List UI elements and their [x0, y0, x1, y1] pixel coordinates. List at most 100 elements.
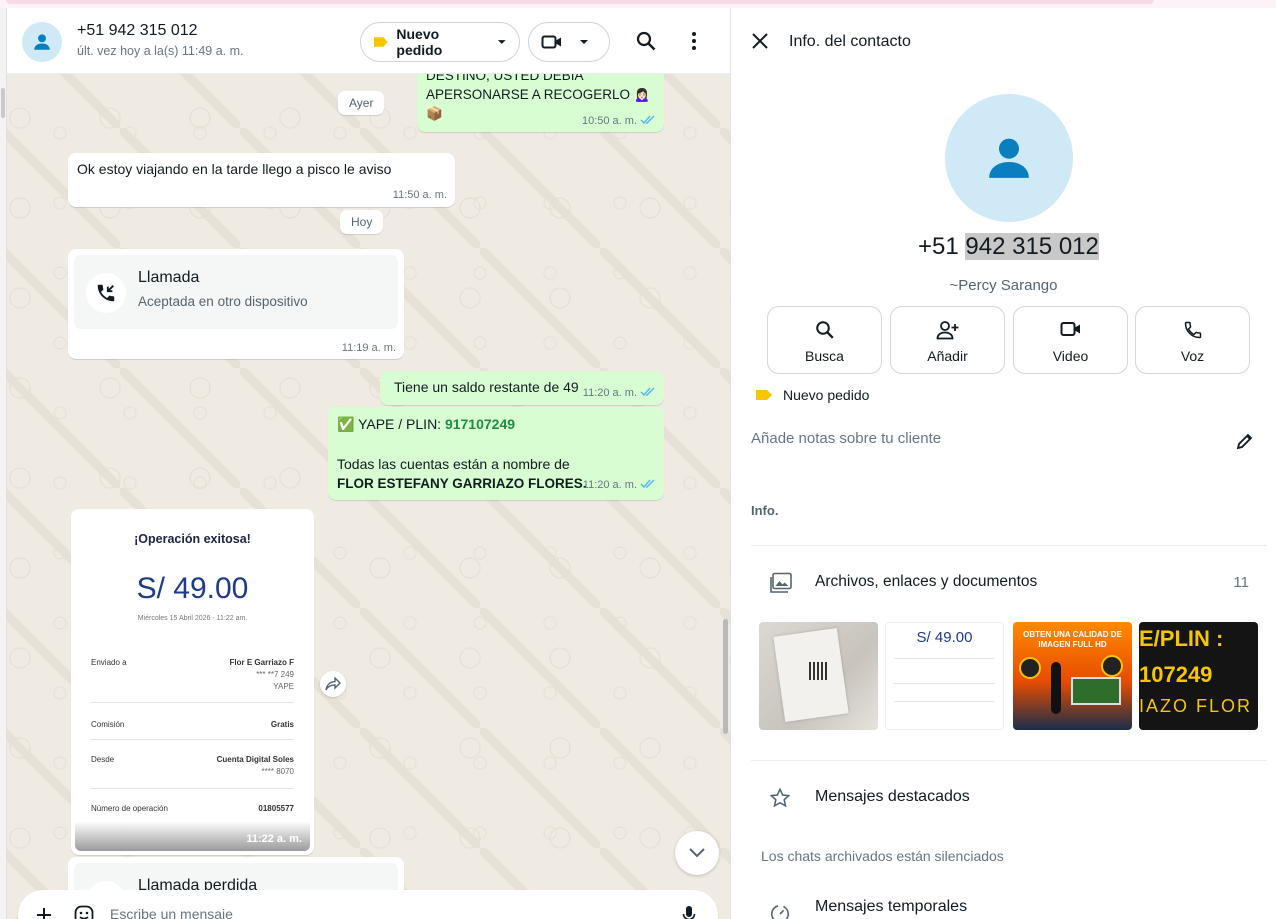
- edit-pencil-icon[interactable]: [1235, 431, 1255, 456]
- receipt-date: Miércoles 15 Abril 2026 - 11:22 am.: [137, 615, 248, 622]
- receipt-amount: S/ 49.00: [136, 572, 249, 605]
- thumb-amount: S/ 49.00: [916, 629, 973, 646]
- receipt-row: Enviado a Flor E Garriazo F *** **7 249 …: [91, 658, 294, 698]
- media-count: 11: [1233, 574, 1249, 591]
- phone-prefix: +51: [918, 233, 966, 260]
- message-time: 11:20 a. m.: [582, 479, 637, 491]
- chevron-down-icon: [498, 40, 507, 44]
- message-time: 11:50 a. m.: [392, 189, 447, 201]
- starred-label: Mensajes destacados: [815, 788, 970, 805]
- double-check-icon: [640, 479, 655, 489]
- thumb-line: [894, 683, 995, 684]
- payment-receipt-image[interactable]: ¡Operación exitosa! S/ 49.00 Miércoles 1…: [75, 513, 310, 851]
- media-thumbnail[interactable]: S/ 49.00: [885, 622, 1004, 730]
- phone-selected-text[interactable]: 942 315 012: [965, 233, 1099, 260]
- thumb-text: OBTEN UNA CALIDAD DE: [1023, 630, 1122, 639]
- contact-avatar[interactable]: [945, 94, 1073, 222]
- person-icon: [34, 34, 50, 50]
- message-outgoing[interactable]: Tiene un saldo restante de 49 11:20 a. m…: [380, 371, 664, 405]
- receipt-label: Número de operación: [91, 804, 168, 813]
- message-text: Ok estoy viajando en la tarde llego a pi…: [77, 161, 392, 177]
- chat-last-seen: últ. vez hoy a la(s) 11:49 a. m.: [77, 44, 244, 58]
- receipt-label: Enviado a: [91, 658, 127, 667]
- avatar[interactable]: [22, 22, 62, 62]
- chat-pane: +51 942 315 012 últ. vez hoy a la(s) 11:…: [0, 8, 731, 919]
- label-dropdown-button[interactable]: Nuevo pedido: [360, 22, 520, 62]
- more-options-icon[interactable]: [681, 28, 707, 54]
- label-text: Nuevo pedido: [783, 387, 870, 403]
- panel-title: Info. del contacto: [789, 33, 911, 50]
- media-thumbnail[interactable]: [759, 622, 878, 730]
- contact-label[interactable]: Nuevo pedido: [755, 387, 869, 403]
- timer-icon: [770, 904, 790, 919]
- call-title: Llamada: [138, 269, 200, 286]
- message-time: 11:19 a. m.: [341, 342, 396, 354]
- browser-tab-bar: [6, 0, 1154, 4]
- receipt-title: ¡Operación exitosa!: [134, 532, 251, 546]
- action-label: Voz: [1180, 348, 1205, 364]
- archived-muted-note: Los chats archivados están silenciados: [761, 848, 1004, 864]
- forward-icon[interactable]: [320, 671, 346, 697]
- chat-contact-name[interactable]: +51 942 315 012: [77, 22, 198, 40]
- media-gallery-icon: [770, 572, 792, 593]
- thumb-text: E/PLIN :: [1139, 626, 1224, 651]
- notes-input[interactable]: Añade notas sobre tu cliente: [751, 430, 941, 447]
- label-tag-icon: [373, 37, 388, 47]
- tv-screen-image: [1071, 677, 1121, 705]
- plus-icon[interactable]: [36, 907, 52, 919]
- action-label: Añadir: [927, 348, 968, 364]
- receipt-divider: [91, 788, 294, 789]
- microphone-icon[interactable]: [682, 905, 696, 919]
- call-message[interactable]: Llamada Aceptada en otro dispositivo 11:…: [68, 249, 404, 359]
- add-contact-button[interactable]: Añadir: [890, 306, 1005, 374]
- video-call-dropdown[interactable]: [528, 22, 610, 62]
- media-thumbnail[interactable]: E/PLIN : 107249 IAZO FLOR: [1139, 622, 1258, 730]
- top-strip: [0, 0, 1276, 8]
- image-message[interactable]: ¡Operación exitosa! S/ 49.00 Miércoles 1…: [71, 509, 314, 855]
- receipt-value: Gratis: [270, 720, 294, 729]
- message-incoming[interactable]: Ok estoy viajando en la tarde llego a pi…: [68, 153, 455, 207]
- chat-header[interactable]: +51 942 315 012 últ. vez hoy a la(s) 11:…: [7, 8, 730, 74]
- receipt-subvalue: YAPE: [273, 682, 294, 691]
- info-section-heading: Info.: [751, 503, 779, 518]
- contact-info-panel: Info. del contacto +51 942 315 012 ~Perc…: [731, 8, 1276, 919]
- search-icon: [815, 321, 834, 339]
- disappearing-label: Mensajes temporales: [815, 898, 968, 915]
- close-icon[interactable]: [751, 32, 771, 52]
- scrollbar[interactable]: [723, 619, 728, 734]
- contact-phone[interactable]: +51 942 315 012: [918, 233, 1099, 261]
- call-card[interactable]: Llamada Aceptada en otro dispositivo: [74, 255, 398, 329]
- search-action-button[interactable]: Busca: [767, 306, 882, 374]
- video-camera-icon: [1060, 322, 1080, 336]
- divider: [751, 545, 1267, 546]
- receipt-divider: [91, 739, 294, 740]
- media-thumbnail[interactable]: OBTEN UNA CALIDAD DE IMAGEN FULL HD: [1013, 622, 1132, 730]
- receipt-value: 01805577: [258, 804, 294, 813]
- antenna-image: [1051, 662, 1061, 714]
- scroll-to-bottom-button[interactable]: [675, 831, 719, 875]
- receipt-value: Cuenta Digital Soles: [216, 755, 294, 764]
- message-composer[interactable]: Escribe un mensaje: [18, 890, 718, 919]
- message-text: Todas las cuentas están a nombre de: [337, 456, 570, 472]
- qr-code: [809, 662, 827, 680]
- receipt-subvalue: **** 8070: [261, 767, 294, 776]
- search-icon[interactable]: [633, 28, 659, 54]
- message-time: 10:50 a. m.: [581, 115, 637, 127]
- message-list[interactable]: DESTINO, USTED DEBIA APERSONARSE A RECOG…: [7, 64, 730, 919]
- emoji-icon[interactable]: [74, 905, 94, 919]
- message-input[interactable]: Escribe un mensaje: [110, 906, 233, 919]
- message-outgoing[interactable]: ✅ YAPE / PLIN: 917107249 Todas las cuent…: [328, 407, 664, 500]
- thumb-text: IMAGEN FULL HD: [1038, 640, 1107, 649]
- message-outgoing[interactable]: DESTINO, USTED DEBIA APERSONARSE A RECOG…: [417, 64, 664, 132]
- video-call-button[interactable]: Video: [1013, 306, 1128, 374]
- action-label: Video: [1052, 348, 1089, 364]
- chevron-down-icon: [689, 848, 705, 858]
- video-camera-icon: [541, 35, 561, 49]
- message-text: ✅ YAPE / PLIN:: [337, 416, 445, 432]
- voice-call-button[interactable]: Voz: [1135, 306, 1250, 374]
- receipt-value: Flor E Garriazo F: [229, 658, 294, 667]
- person-icon: [989, 138, 1029, 178]
- message-time: 11:20 a. m.: [582, 387, 637, 399]
- scrollbar-thumb[interactable]: [1, 88, 5, 118]
- payment-number-link[interactable]: 917107249: [445, 416, 515, 432]
